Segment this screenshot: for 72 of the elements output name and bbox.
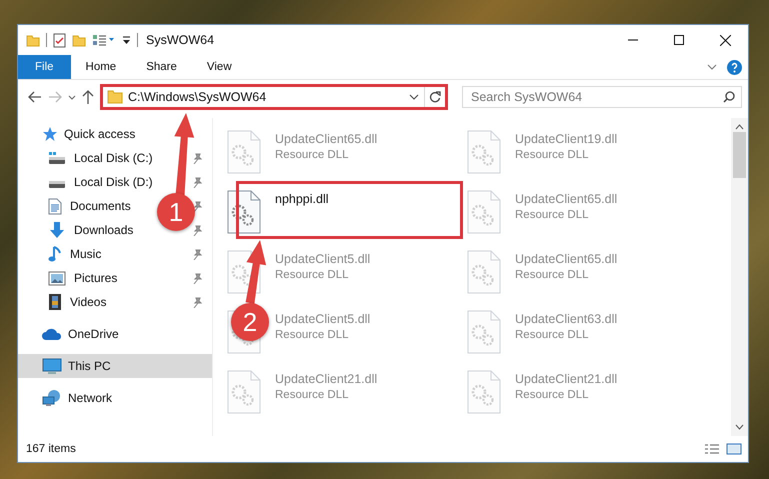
nav-item[interactable]: Local Disk (C:) — [48, 151, 153, 165]
window-title: SysWOW64 — [146, 33, 214, 47]
film-strip-icon — [48, 293, 62, 311]
nav-item[interactable]: Downloads — [48, 221, 134, 239]
ribbon-tab[interactable]: Home — [70, 55, 132, 79]
refresh-icon — [429, 91, 441, 103]
help-icon — [727, 60, 742, 74]
file-type: Resource DLL — [275, 389, 350, 401]
file-type: Resource DLL — [515, 389, 590, 401]
scroll-thumb[interactable] — [733, 132, 746, 178]
folder-icon — [107, 90, 123, 104]
dll-file-icon — [467, 310, 501, 354]
file-type: Resource DLL — [275, 149, 350, 161]
file-type: Resource DLL — [275, 329, 350, 341]
nav-item[interactable]: Quick access — [42, 126, 136, 142]
file-name[interactable]: nphppi.dll — [275, 192, 329, 206]
up-arrow-icon — [82, 90, 94, 104]
dll-file-icon — [227, 190, 261, 234]
search-icon — [723, 91, 735, 103]
dll-file-icon — [467, 130, 501, 174]
scrollbar[interactable] — [731, 118, 748, 436]
music-note-icon — [48, 245, 62, 263]
nav-item[interactable]: Music — [48, 245, 102, 263]
file-menu-tab[interactable]: File — [18, 55, 71, 79]
nav-item[interactable]: Local Disk (D:) — [48, 175, 153, 189]
details-view-icon — [704, 443, 720, 455]
nav-item[interactable]: Videos — [48, 293, 106, 311]
address-bar[interactable]: C:\Windows\SysWOW64 — [100, 84, 448, 110]
drive-icon — [48, 151, 66, 165]
dropdown-chevron-icon — [409, 94, 419, 100]
file-type: Resource DLL — [515, 209, 590, 221]
document-icon — [48, 198, 62, 214]
pointer-arrow — [246, 240, 266, 304]
properties-icon — [53, 32, 66, 48]
network-icon — [42, 389, 62, 407]
file-type: Resource DLL — [275, 269, 350, 281]
nav-item[interactable]: Pictures — [48, 270, 118, 286]
dll-file-icon — [467, 190, 501, 234]
dll-file-icon — [227, 130, 261, 174]
nav-item[interactable]: Network — [42, 389, 112, 407]
ribbon-tab[interactable]: View — [192, 55, 247, 79]
file-type: Resource DLL — [515, 269, 590, 281]
customize-dropdown-icon — [122, 36, 131, 44]
nav-item[interactable]: Documents — [48, 198, 131, 214]
picture-icon — [48, 270, 66, 286]
scroll-down-icon — [735, 424, 744, 430]
maximize-icon — [674, 35, 684, 45]
new-folder-icon — [72, 34, 86, 46]
back-arrow-icon — [28, 91, 42, 103]
search-field[interactable]: Search SysWOW64 — [462, 86, 742, 108]
nav-item[interactable]: This PC — [42, 358, 111, 374]
item-count: 167 items — [26, 443, 76, 455]
star-icon — [42, 126, 58, 142]
file-type: Resource DLL — [515, 149, 590, 161]
dll-file-icon — [467, 250, 501, 294]
view-options-icon — [92, 34, 116, 46]
ribbon-tab[interactable]: Share — [131, 55, 192, 79]
folder-icon — [26, 34, 40, 46]
monitor-icon — [42, 358, 62, 374]
file-type: Resource DLL — [515, 329, 590, 341]
download-arrow-icon — [48, 221, 66, 239]
dll-file-icon — [467, 370, 501, 414]
cloud-icon — [42, 327, 62, 341]
chevron-down-icon — [707, 64, 717, 70]
nav-item[interactable]: OneDrive — [42, 327, 119, 341]
large-icons-view-icon — [726, 443, 742, 455]
scroll-up-icon — [735, 124, 744, 130]
forward-arrow-icon — [48, 91, 62, 103]
dll-file-icon — [227, 370, 261, 414]
recent-dropdown-icon — [68, 94, 76, 100]
close-icon — [720, 34, 730, 46]
address-path: C:\Windows\SysWOW64 — [128, 90, 268, 104]
